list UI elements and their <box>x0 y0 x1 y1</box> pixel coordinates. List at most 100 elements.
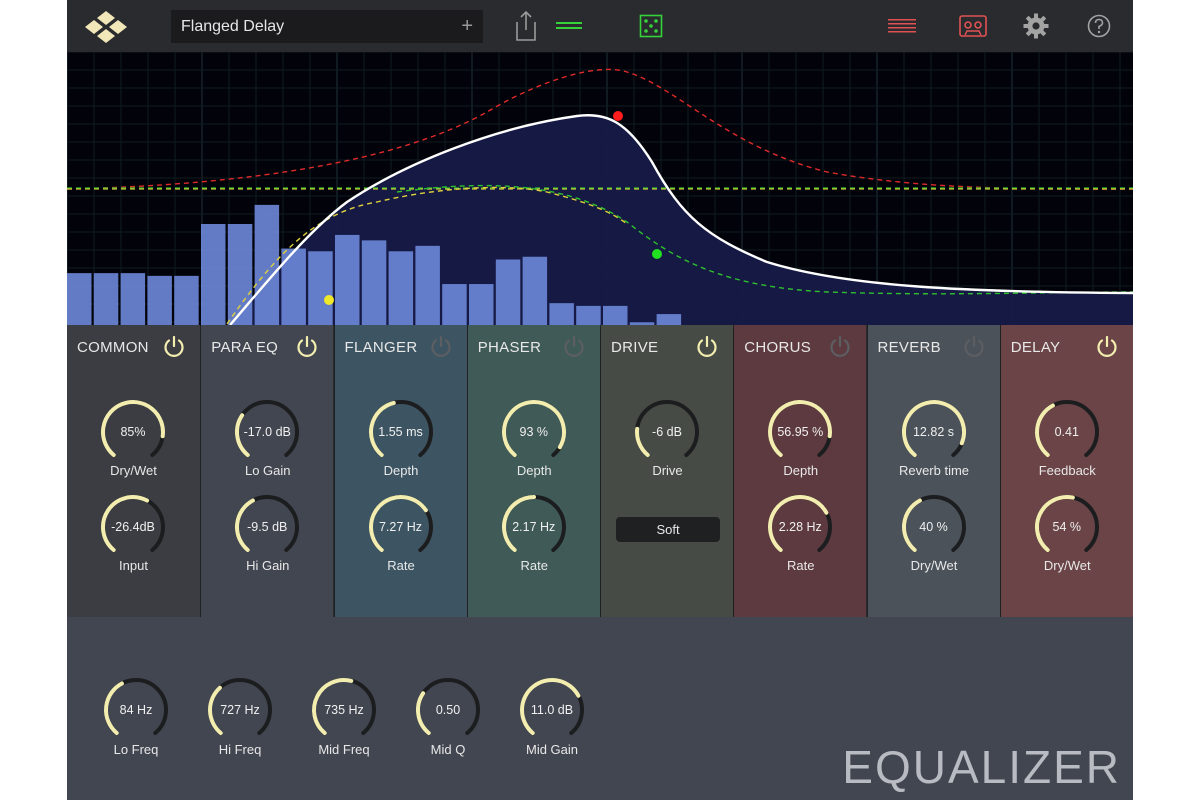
panel-title: REVERB <box>877 339 941 356</box>
spectrum-bar <box>361 240 387 325</box>
power-icon[interactable] <box>562 335 586 359</box>
spectrum-bar <box>335 234 360 325</box>
gear-icon[interactable] <box>1021 8 1051 44</box>
spectrum-bar <box>603 305 628 325</box>
logo-icon[interactable] <box>79 8 133 44</box>
dice-icon[interactable] <box>636 8 666 44</box>
panel-title: FLANGER <box>344 339 418 356</box>
knob-value: 2.28 Hz <box>778 520 822 534</box>
knob-label: Depth <box>383 463 419 478</box>
knob-label: Feedback <box>1038 463 1096 478</box>
drive-mode-button[interactable]: Soft <box>616 517 720 542</box>
list-icon[interactable] <box>887 8 917 44</box>
chorus-rate-knob[interactable]: 2.28 Hz <box>765 492 835 562</box>
knob-value: 7.27 Hz <box>378 520 423 534</box>
knob-label: Reverb time <box>898 463 970 478</box>
phaser-depth-knob[interactable]: 93 % <box>499 397 569 467</box>
common-dry-wet-knob[interactable]: 85% <box>98 397 168 467</box>
knob-label: Input <box>119 558 148 573</box>
power-icon[interactable] <box>828 335 852 359</box>
preset-name-field[interactable]: Flanged Delay + <box>171 10 483 43</box>
reverb-reverb-time-knob[interactable]: 12.82 s <box>899 397 969 467</box>
knob-value: 0.41 <box>1054 425 1079 439</box>
knob-value: -26.4dB <box>111 520 155 534</box>
knob-value: 54 % <box>1052 520 1082 534</box>
knob-value: 11.0 dB <box>530 703 574 717</box>
reverb-dry-wet-knob[interactable]: 40 % <box>899 492 969 562</box>
spectrum-bar <box>549 303 574 325</box>
delay-feedback-knob[interactable]: 0.41 <box>1032 397 1102 467</box>
share-icon[interactable] <box>511 8 541 44</box>
chorus-depth-knob[interactable]: 56.95 % <box>765 397 835 467</box>
knob-value: 735 Hz <box>324 703 364 717</box>
panel-phaser: PHASER 93 % Depth 2.17 Hz Rate <box>466 325 600 617</box>
power-icon[interactable] <box>162 335 186 359</box>
phaser-rate-knob[interactable]: 2.17 Hz <box>499 492 569 562</box>
cassette-icon[interactable] <box>958 8 988 44</box>
spectrum-bar <box>656 314 682 325</box>
knob-value: -17.0 dB <box>243 425 291 439</box>
knob-value: 0.50 <box>435 703 461 717</box>
frequency-response-graph[interactable] <box>67 51 1133 326</box>
red-band-handle <box>613 111 623 121</box>
yellow-band-handle <box>324 295 334 305</box>
panel-title: CHORUS <box>744 339 812 356</box>
knob-value: 84 Hz <box>119 703 153 717</box>
para-eq-lo-gain-knob[interactable]: -17.0 dB <box>232 397 302 467</box>
flanger-rate-knob[interactable]: 7.27 Hz <box>366 492 436 562</box>
panel-title: PARA EQ <box>211 339 279 356</box>
panel-flanger: FLANGER 1.55 ms Depth 7.27 Hz Rate <box>333 325 467 617</box>
power-icon[interactable] <box>295 335 319 359</box>
drive-drive-knob[interactable]: -6 dB <box>632 397 702 467</box>
knob-value: -6 dB <box>652 425 682 439</box>
spectrum-bar <box>495 259 521 325</box>
eq-hi-freq-knob[interactable]: 727 Hz <box>205 675 275 745</box>
panel-title: DRIVE <box>611 339 659 356</box>
green-band-handle <box>652 249 662 259</box>
spectrum-bar <box>388 251 414 325</box>
flanger-depth-knob[interactable]: 1.55 ms <box>366 397 436 467</box>
add-preset-button[interactable]: + <box>461 10 473 43</box>
knob-value: -9.5 dB <box>247 520 288 534</box>
power-icon[interactable] <box>695 335 719 359</box>
power-icon[interactable] <box>429 335 453 359</box>
knob-label: Hi Gain <box>246 558 290 573</box>
knob-label: Lo Gain <box>244 463 291 478</box>
power-icon[interactable] <box>962 335 986 359</box>
knob-label: Dry/Wet <box>910 558 958 573</box>
knob-label: Mid Gain <box>525 742 579 757</box>
knob-label: Rate <box>520 558 548 573</box>
knob-label: Mid Q <box>430 742 466 757</box>
knob-value: 12.82 s <box>912 425 954 439</box>
spectrum-bar <box>522 256 548 325</box>
spectrum-bar <box>93 273 119 325</box>
common-input-knob[interactable]: -26.4dB <box>98 492 168 562</box>
meter-icon[interactable] <box>554 8 584 44</box>
knob-value: 2.17 Hz <box>512 520 556 534</box>
para-eq-hi-gain-knob[interactable]: -9.5 dB <box>232 492 302 562</box>
spectrum-bar <box>174 275 199 325</box>
knob-label: Dry/Wet <box>1043 558 1091 573</box>
spectrum-bar <box>442 284 467 325</box>
eq-mid-freq-knob[interactable]: 735 Hz <box>309 675 379 745</box>
eq-mid-gain-knob[interactable]: 11.0 dB <box>517 675 587 745</box>
panel-title: DELAY <box>1010 339 1061 356</box>
panel-title: COMMON <box>77 339 149 356</box>
spectrum-bar <box>415 245 440 325</box>
spectrum-bar <box>308 251 333 325</box>
knob-value: 727 Hz <box>220 703 260 717</box>
spectrum-bar <box>254 204 280 325</box>
eq-mid-q-knob[interactable]: 0.50 <box>413 675 483 745</box>
delay-dry-wet-knob[interactable]: 54 % <box>1032 492 1102 562</box>
spectrum-bar <box>469 284 494 325</box>
spectrum-bar <box>227 223 253 325</box>
app-window: Flanged Delay + COMMON 85% Dry/Wet -26.4… <box>67 0 1133 800</box>
knob-value: 1.55 ms <box>378 425 423 439</box>
top-toolbar: Flanged Delay + <box>67 0 1133 52</box>
spectrum-bar <box>120 273 146 325</box>
spectrum-bar <box>201 223 226 325</box>
eq-lo-freq-knob[interactable]: 84 Hz <box>101 675 171 745</box>
help-icon[interactable] <box>1084 8 1114 44</box>
spectrum-bar <box>576 305 601 325</box>
power-icon[interactable] <box>1095 335 1119 359</box>
